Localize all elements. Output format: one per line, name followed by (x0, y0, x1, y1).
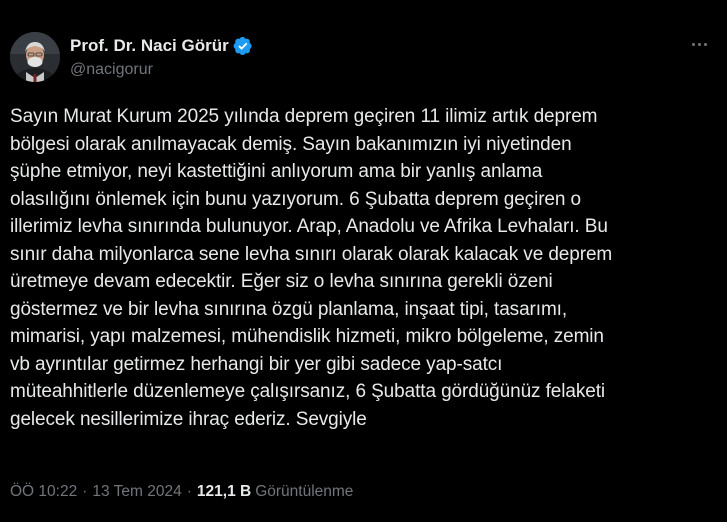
tweet-line: gelecek nesillerimize ihraç ederiz. Sevg… (10, 408, 367, 430)
views-label: Görüntülenme (255, 483, 354, 500)
tweet-line: sınır daha milyonlarca sene levha sınırı… (10, 243, 613, 265)
avatar-photo-icon (10, 32, 60, 82)
views-count: 121,1 B (196, 483, 252, 500)
tweet-line: üretmeye devam edecektir. Eğer siz o lev… (10, 271, 553, 292)
meta-separator: · (186, 483, 192, 500)
verified-badge-icon[interactable] (233, 36, 253, 56)
tweet-line: vb ayrıntılar getirmez herhangi bir yer … (10, 353, 503, 375)
tweet-text: Sayın Murat Kurum 2025 yılında deprem ge… (10, 103, 710, 433)
tweet-line: olasılığını önlemek için bunu yazıyorum.… (10, 188, 582, 210)
tweet-card: Prof. Dr. Naci Görür @nacigorur Sayın Mu… (0, 0, 727, 522)
tweet-time[interactable]: ÖÖ 10:22 (10, 483, 77, 501)
author-name[interactable]: Prof. Dr. Naci Görür (70, 36, 229, 56)
more-options-icon[interactable] (685, 32, 713, 56)
tweet-line: göstermez ve bir levha sınırına özgü pla… (10, 298, 568, 320)
author-avatar[interactable] (10, 32, 60, 82)
author-handle[interactable]: @nacigorur (70, 61, 253, 79)
tweet-line: müteahhitlerle düzenlemeye çalışırsanız,… (10, 381, 606, 402)
meta-separator: · (82, 483, 88, 500)
tweet-header: Prof. Dr. Naci Görür @nacigorur (10, 30, 717, 86)
tweet-line: şüphe etmiyor, neyi kastettiğini anlıyor… (10, 161, 543, 182)
author-name-row: Prof. Dr. Naci Görür (70, 34, 253, 58)
tweet-line: illerimiz levha sınırında bulunuyor. Ara… (10, 216, 608, 237)
tweet-date[interactable]: 13 Tem 2024 (92, 483, 181, 501)
tweet-line: bölgesi olarak anılmayacak demiş. Sayın … (10, 133, 572, 155)
tweet-line: Sayın Murat Kurum 2025 yılında deprem ge… (10, 106, 598, 127)
author-info: Prof. Dr. Naci Görür @nacigorur (70, 34, 253, 79)
tweet-meta: ÖÖ 10:22 · 13 Tem 2024 · 121,1 B Görüntü… (10, 483, 353, 501)
tweet-line: mimarisi, yapı malzemesi, mühendislik hi… (10, 326, 604, 347)
